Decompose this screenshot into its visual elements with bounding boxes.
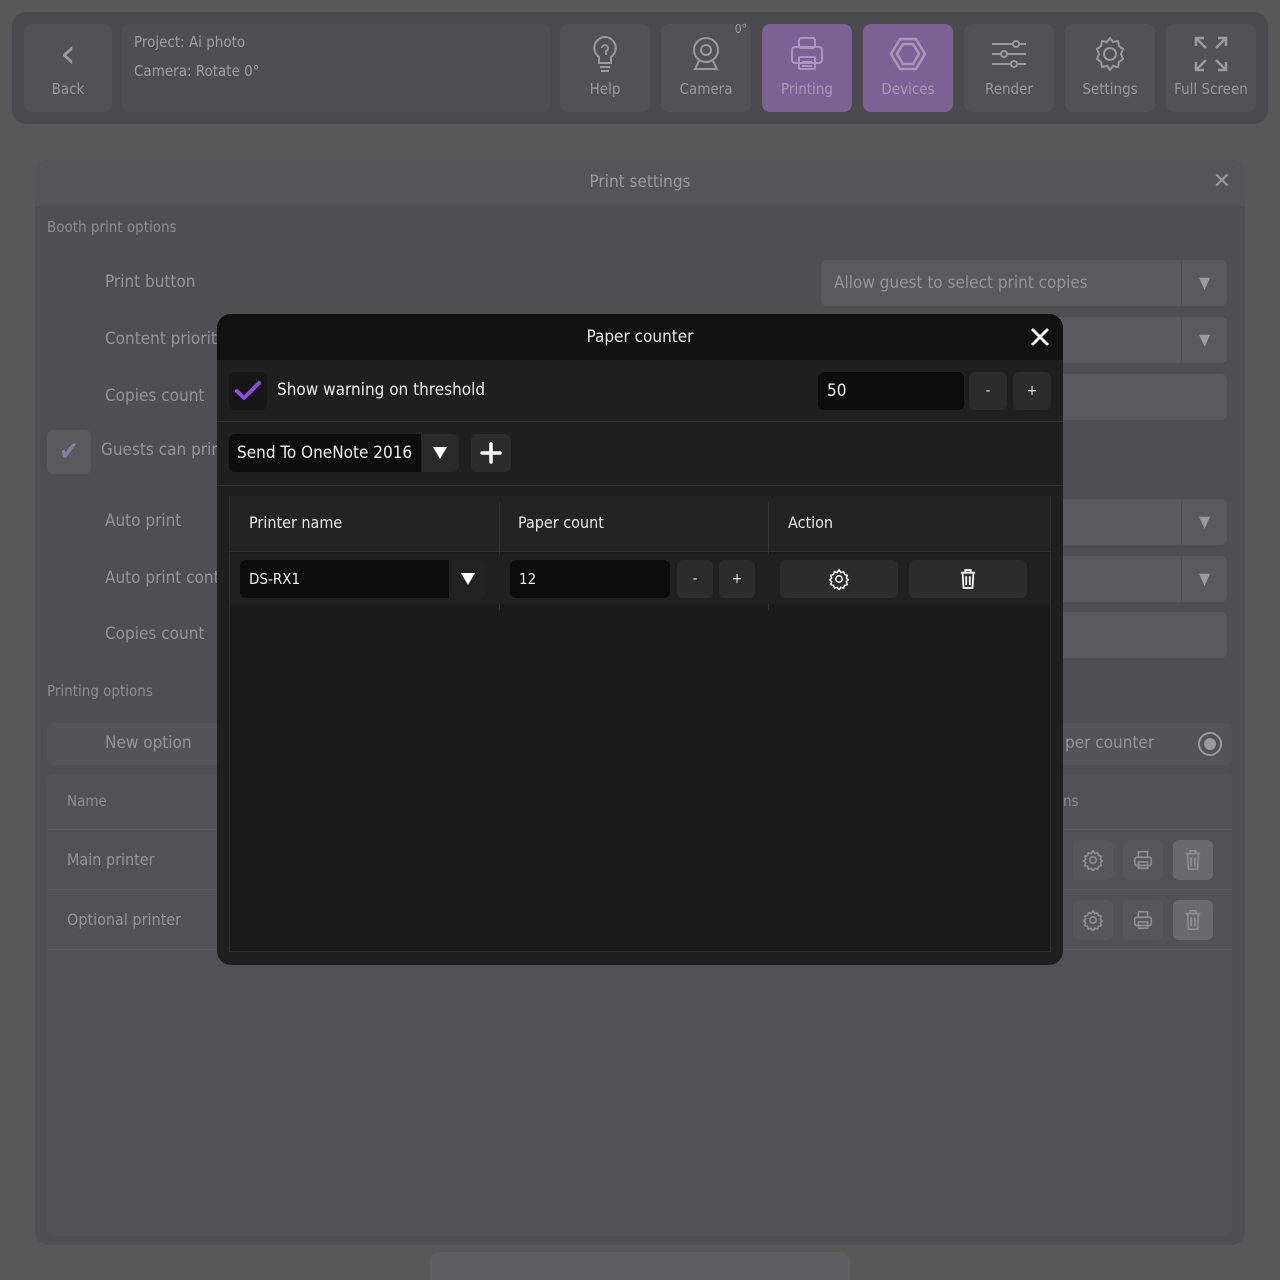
camera-rotation-badge: 0° — [734, 22, 747, 36]
paper-counter-modal: Paper counter Show warning on threshold … — [217, 314, 1063, 965]
threshold-input[interactable] — [818, 372, 964, 410]
printer-settings-button[interactable] — [780, 560, 898, 598]
full-screen-button[interactable]: Full Screen — [1166, 24, 1256, 112]
paper-count-table: Printer name Paper count Action DS-RX1 -… — [229, 496, 1051, 952]
printer-name: Optional printer — [67, 910, 182, 929]
printer-name: Main printer — [67, 850, 155, 869]
col-paper-count: Paper count — [518, 513, 604, 532]
row-printer-value: DS-RX1 — [249, 570, 301, 588]
col-printer-name: Printer name — [249, 513, 343, 532]
gear-icon[interactable] — [1073, 840, 1113, 880]
trash-icon — [960, 569, 976, 589]
delete-printer-button[interactable] — [909, 560, 1027, 598]
paper-counter-label: per counter — [1065, 733, 1155, 753]
guests-can-print-checkbox[interactable]: ✔ — [47, 430, 91, 474]
print-button-select[interactable]: Allow guest to select print copies ▼ — [821, 260, 1227, 306]
col-name: Name — [67, 792, 107, 810]
print-button-label: Print button — [105, 272, 196, 292]
show-warning-label: Show warning on threshold — [277, 380, 486, 400]
booth-print-options-heading: Booth print options — [47, 218, 177, 236]
camera-rotation: Camera: Rotate 0° — [134, 62, 260, 80]
plus-icon — [480, 442, 502, 464]
add-printer-button[interactable] — [471, 434, 511, 472]
camera-button[interactable]: 0° Camera — [661, 22, 751, 112]
threshold-row: Show warning on threshold - + — [217, 360, 1063, 422]
paper-counter-title: Paper counter — [586, 327, 694, 347]
back-button[interactable]: ‹ Back — [24, 24, 112, 112]
chevron-left-icon: ‹ — [60, 31, 76, 77]
printing-label: Printing — [781, 80, 833, 98]
new-option-label: New option — [105, 733, 192, 753]
auto-print-count-label: Auto print cont — [105, 568, 220, 588]
table-row: DS-RX1 - + — [230, 554, 1050, 604]
printer-select-value: Send To OneNote 2016 — [237, 443, 413, 463]
back-label: Back — [51, 80, 85, 98]
printing-button[interactable]: Printing — [762, 24, 852, 112]
close-icon[interactable]: ✕ — [1213, 160, 1231, 204]
threshold-decrement-button[interactable]: - — [969, 372, 1007, 410]
col-actions: ns — [1063, 792, 1079, 810]
hexagon-icon — [890, 37, 926, 71]
project-name: Project: Ai photo — [134, 33, 246, 51]
print-button-value: Allow guest to select print copies — [834, 273, 1088, 293]
render-button[interactable]: Render — [964, 24, 1054, 112]
gear-icon — [1095, 36, 1125, 72]
paper-count-input[interactable] — [510, 560, 670, 598]
bottom-hint-bar — [430, 1252, 850, 1280]
printing-options-heading: Printing options — [47, 682, 153, 700]
checkmark-icon — [235, 381, 261, 400]
printer-select[interactable]: Send To OneNote 2016 — [229, 434, 459, 472]
paper-count-table-header: Printer name Paper count Action — [230, 496, 1050, 552]
help-button[interactable]: Help — [560, 24, 650, 112]
chevron-down-icon — [449, 560, 487, 598]
paper-count-decrement-button[interactable]: - — [677, 560, 713, 598]
printer-icon — [791, 37, 823, 70]
copies-count-label-2: Copies count — [105, 624, 205, 644]
settings-label: Settings — [1082, 80, 1138, 98]
threshold-increment-button[interactable]: + — [1013, 372, 1051, 410]
printer-icon[interactable] — [1123, 840, 1163, 880]
trash-icon[interactable] — [1173, 900, 1213, 940]
printer-add-row: Send To OneNote 2016 — [217, 422, 1063, 486]
chevron-down-icon: ▼ — [1181, 499, 1227, 545]
paper-counter-header: Paper counter — [217, 314, 1063, 360]
print-settings-header: Print settings ✕ — [35, 160, 1245, 206]
trash-icon[interactable] — [1173, 840, 1213, 880]
chevron-down-icon: ▼ — [1181, 260, 1227, 306]
gear-icon[interactable] — [1073, 900, 1113, 940]
webcam-icon — [693, 37, 719, 70]
devices-button[interactable]: Devices — [863, 24, 953, 112]
project-info: Project: Ai photo Camera: Rotate 0° — [122, 24, 550, 112]
copies-count-label: Copies count — [105, 386, 205, 406]
paper-count-increment-button[interactable]: + — [719, 560, 755, 598]
help-label: Help — [589, 80, 621, 98]
show-warning-checkbox[interactable] — [229, 372, 267, 410]
full-screen-label: Full Screen — [1174, 80, 1248, 98]
printer-icon[interactable] — [1123, 900, 1163, 940]
guests-can-print-label: Guests can prin — [101, 440, 222, 460]
paper-counter-radio[interactable] — [1198, 732, 1222, 756]
expand-icon — [1194, 36, 1228, 72]
row-printer-select[interactable]: DS-RX1 — [240, 560, 487, 598]
chevron-down-icon: ▼ — [1181, 317, 1227, 363]
sliders-icon — [992, 40, 1026, 68]
content-priority-label: Content priorit — [105, 329, 217, 349]
chevron-down-icon — [421, 434, 459, 472]
close-icon[interactable] — [1029, 326, 1051, 348]
bulb-icon — [593, 35, 617, 72]
devices-label: Devices — [881, 80, 935, 98]
chevron-down-icon: ▼ — [1181, 556, 1227, 602]
print-settings-title: Print settings — [589, 172, 691, 192]
render-label: Render — [985, 80, 1033, 98]
auto-print-label: Auto print — [105, 511, 182, 531]
top-toolbar: ‹ Back Project: Ai photo Camera: Rotate … — [12, 12, 1268, 124]
settings-button[interactable]: Settings — [1065, 24, 1155, 112]
col-action: Action — [788, 513, 834, 532]
gear-icon — [828, 568, 850, 590]
camera-label: Camera — [679, 80, 733, 98]
